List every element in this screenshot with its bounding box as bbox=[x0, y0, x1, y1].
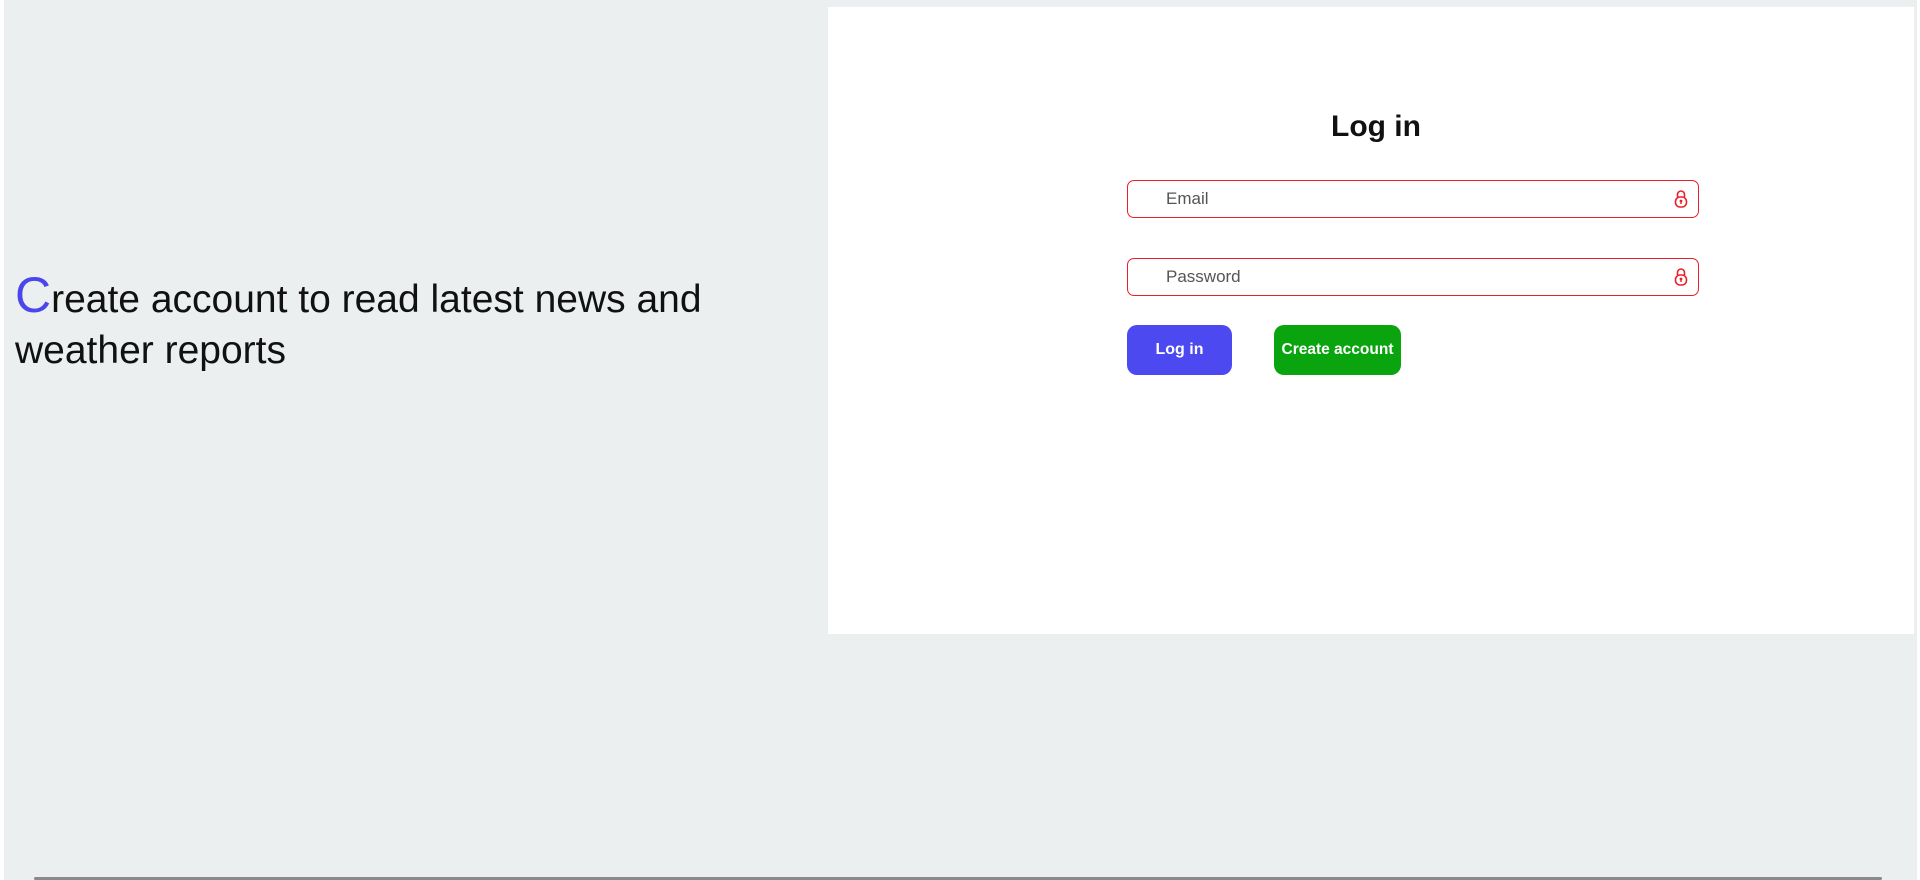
window-left-edge bbox=[0, 0, 4, 880]
tagline-text: reate account to read latest news and we… bbox=[15, 278, 702, 372]
password-input[interactable] bbox=[1166, 259, 1646, 294]
login-panel: Log in Log in Create account bbox=[828, 7, 1914, 634]
login-button[interactable]: Log in bbox=[1127, 325, 1232, 375]
horizontal-scrollbar[interactable] bbox=[4, 876, 1917, 880]
password-field[interactable] bbox=[1127, 258, 1699, 296]
email-field[interactable] bbox=[1127, 180, 1699, 218]
tagline: Create account to read latest news and w… bbox=[15, 270, 775, 376]
tagline-first-letter: C bbox=[15, 267, 52, 323]
lock-icon bbox=[1674, 268, 1688, 286]
lock-icon bbox=[1674, 190, 1688, 208]
email-input[interactable] bbox=[1166, 181, 1646, 216]
login-title: Log in bbox=[1331, 110, 1421, 143]
create-account-button[interactable]: Create account bbox=[1274, 325, 1401, 375]
